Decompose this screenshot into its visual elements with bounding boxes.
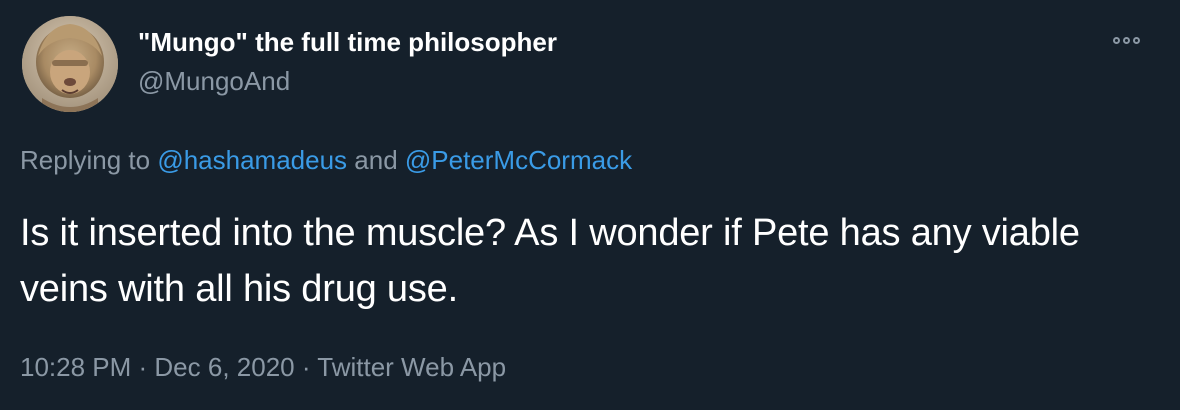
tweet-date[interactable]: Dec 6, 2020 (154, 352, 294, 382)
mention-link-petermccormack[interactable]: @PeterMcCormack (405, 145, 632, 175)
mention-link-hashamadeus[interactable]: @hashamadeus (157, 145, 347, 175)
avatar-photo-icon (22, 16, 118, 112)
meta-separator: · (131, 352, 155, 382)
author-handle[interactable]: @MungoAnd (138, 66, 290, 97)
replying-prefix: Replying to (20, 145, 158, 175)
tweet-text: Is it inserted into the muscle? As I won… (20, 212, 1080, 310)
more-options-icon (1113, 36, 1140, 44)
author-display-name[interactable]: "Mungo" the full time philosopher (138, 27, 557, 58)
meta-separator: · (294, 352, 318, 382)
replying-to-line: Replying to @hashamadeus and @PeterMcCor… (20, 145, 632, 176)
tweet-time[interactable]: 10:28 PM (20, 352, 131, 382)
tweet-source-app[interactable]: Twitter Web App (317, 352, 506, 382)
avatar[interactable] (22, 16, 118, 112)
more-options-button[interactable] (1113, 30, 1157, 50)
tweet-card: "Mungo" the full time philosopher @Mungo… (0, 0, 1180, 410)
tweet-metadata: 10:28 PM · Dec 6, 2020 · Twitter Web App (20, 352, 506, 383)
replying-joiner: and (347, 145, 405, 175)
